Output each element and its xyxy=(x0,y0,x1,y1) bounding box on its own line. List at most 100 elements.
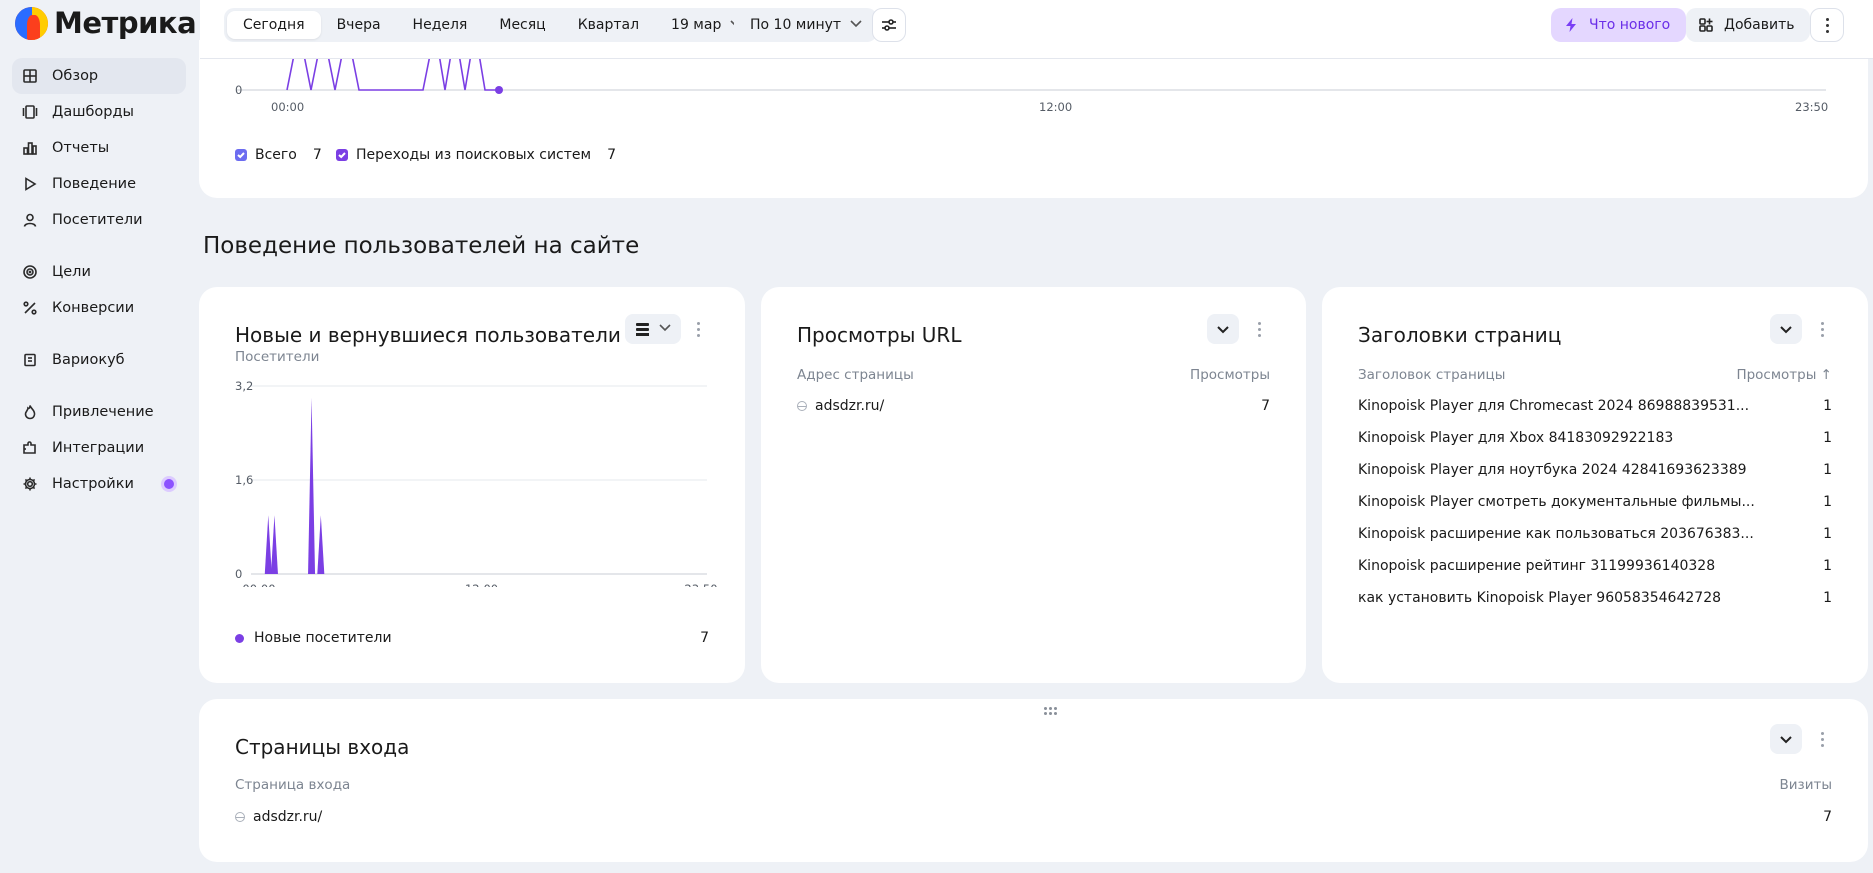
drag-handle-icon[interactable] xyxy=(1044,707,1057,715)
percent-icon xyxy=(22,300,38,316)
url-views-card: Просмотры URL Адрес страницы Просмотры a… xyxy=(761,287,1306,683)
table-row[interactable]: Kinopoisk Player для Chromecast 2024 869… xyxy=(1358,398,1749,414)
sidebar-item-variocube[interactable]: Вариокуб xyxy=(12,342,186,378)
column-header-page: Адрес страницы xyxy=(797,367,914,383)
filters-button[interactable] xyxy=(872,8,906,42)
add-label: Добавить xyxy=(1724,17,1795,33)
sidebar-item-settings[interactable]: Настройки xyxy=(12,466,186,502)
table-row[interactable]: adsdzr.ru/ xyxy=(235,809,322,825)
card-title: Страницы входа xyxy=(235,735,410,759)
table-row[interactable]: Kinopoisk расширение рейтинг 31199936140… xyxy=(1358,558,1715,574)
checkbox-icon xyxy=(336,149,348,161)
chevron-down-icon xyxy=(1217,326,1229,334)
sidebar-item-label: Интеграции xyxy=(52,440,145,456)
area-peak xyxy=(264,515,272,574)
period-today[interactable]: Сегодня xyxy=(227,11,321,39)
sidebar-item-behavior[interactable]: Поведение xyxy=(12,166,186,202)
period-week[interactable]: Неделя xyxy=(397,11,484,39)
add-button[interactable]: Добавить xyxy=(1686,8,1811,42)
legend-value: 7 xyxy=(312,147,322,163)
area-peak xyxy=(317,515,325,574)
sidebar-item-goals[interactable]: Цели xyxy=(12,254,186,290)
sidebar-item-label: Обзор xyxy=(52,68,99,84)
toolbar: Сегодня Вчера Неделя Месяц Квартал 19 ма… xyxy=(200,0,1873,59)
period-quarter[interactable]: Квартал xyxy=(562,11,655,39)
flame-icon xyxy=(22,404,38,420)
card-title: Просмотры URL xyxy=(797,323,962,347)
whats-new-button[interactable]: Что нового xyxy=(1551,8,1687,42)
add-widget-icon xyxy=(1699,18,1713,32)
column-header-views: Просмотры xyxy=(1190,367,1270,383)
table-row[interactable]: Kinopoisk Player смотреть документальные… xyxy=(1358,494,1755,510)
interval-label: По 10 минут xyxy=(750,17,842,33)
period-yesterday[interactable]: Вчера xyxy=(321,11,397,39)
metrika-logo-icon xyxy=(15,6,48,40)
views-value: 7 xyxy=(1261,398,1270,414)
sidebar-item-reports[interactable]: Отчеты xyxy=(12,130,186,166)
table-row[interactable]: Kinopoisk Player для ноутбука 2024 42841… xyxy=(1358,462,1747,478)
table-row[interactable]: Kinopoisk Player для Xbox 84183092922183 xyxy=(1358,430,1673,446)
x-tick-label: 23:50 xyxy=(684,582,717,587)
views-value: 1 xyxy=(1823,430,1832,446)
card-title: Заголовки страниц xyxy=(1358,323,1562,347)
expand-button[interactable] xyxy=(1207,314,1239,344)
column-header-views-sorted[interactable]: Просмотры ↑ xyxy=(1736,367,1832,383)
legend-label: Переходы из поисковых систем xyxy=(356,147,592,163)
column-header-entry-page: Страница входа xyxy=(235,777,351,793)
gear-icon xyxy=(22,476,38,492)
sidebar-item-dashboards[interactable]: Дашборды xyxy=(12,94,186,130)
legend-dot xyxy=(235,633,244,643)
card-menu-button[interactable] xyxy=(1251,319,1267,339)
chevron-down-icon xyxy=(1780,326,1792,334)
sidebar-nav: Обзор Дашборды Отчеты Поведение Посетите… xyxy=(12,58,186,502)
interval-select[interactable]: По 10 минут xyxy=(734,8,878,42)
sidebar-item-label: Конверсии xyxy=(52,300,135,316)
y-tick-label: 3,2 xyxy=(235,379,253,393)
x-tick-label: 00:00 xyxy=(242,582,275,587)
app-title: Метрика xyxy=(54,6,197,40)
visits-current-point xyxy=(495,86,503,94)
puzzle-icon xyxy=(22,440,38,456)
table-row[interactable]: Kinopoisk расширение как пользоваться 20… xyxy=(1358,526,1754,542)
sidebar-item-acquisition[interactable]: Привлечение xyxy=(12,394,186,430)
new-returning-card: Новые и вернувшиеся пользователи Посетит… xyxy=(199,287,745,683)
views-value: 1 xyxy=(1823,494,1832,510)
sidebar-item-label: Посетители xyxy=(52,212,143,228)
lightning-icon xyxy=(1566,18,1576,32)
card-menu-button[interactable] xyxy=(1814,319,1830,339)
grid-icon xyxy=(22,68,38,84)
top-x-tick: 00:00 xyxy=(271,100,305,114)
legend-label: Новые посетители xyxy=(254,630,392,646)
views-value: 1 xyxy=(1823,526,1832,542)
views-value: 1 xyxy=(1823,558,1832,574)
logo[interactable]: Метрика xyxy=(15,6,197,40)
globe-icon xyxy=(797,401,807,411)
area-peak xyxy=(270,515,278,574)
table-row[interactable]: adsdzr.ru/ xyxy=(797,398,884,414)
sidebar-item-visitors[interactable]: Посетители xyxy=(12,202,186,238)
legend-value: 7 xyxy=(607,147,616,163)
legend-new-visitors[interactable]: Новые посетители xyxy=(235,630,392,646)
globe-icon xyxy=(235,812,245,822)
period-month[interactable]: Месяц xyxy=(483,11,561,39)
card-menu-button[interactable] xyxy=(1814,729,1830,749)
more-vertical-icon xyxy=(1825,17,1829,33)
page-url: adsdzr.ru/ xyxy=(253,809,323,825)
user-icon xyxy=(22,212,38,228)
table-row[interactable]: как установить Kinopoisk Player 96058354… xyxy=(1358,590,1721,606)
more-vertical-icon xyxy=(1820,321,1824,337)
sidebar-item-integrations[interactable]: Интеграции xyxy=(12,430,186,466)
sidebar-item-conversions[interactable]: Конверсии xyxy=(12,290,186,326)
legend-search[interactable]: Переходы из поисковых систем 7 xyxy=(336,147,616,163)
bar-chart-icon xyxy=(22,140,38,156)
expand-button[interactable] xyxy=(1770,724,1802,754)
new-visitors-chart: 3,2 1,6 000:00 12:00 23:50 xyxy=(235,379,718,587)
expand-button[interactable] xyxy=(1770,314,1802,344)
legend-total[interactable]: Всего 7 xyxy=(235,147,322,163)
sidebar-item-label: Цели xyxy=(52,264,91,280)
dashboard-icon xyxy=(22,104,38,120)
legend-value: 7 xyxy=(700,630,709,646)
sidebar-item-label: Привлечение xyxy=(52,404,154,420)
more-menu-button[interactable] xyxy=(1810,8,1844,42)
sidebar-item-overview[interactable]: Обзор xyxy=(12,58,186,94)
